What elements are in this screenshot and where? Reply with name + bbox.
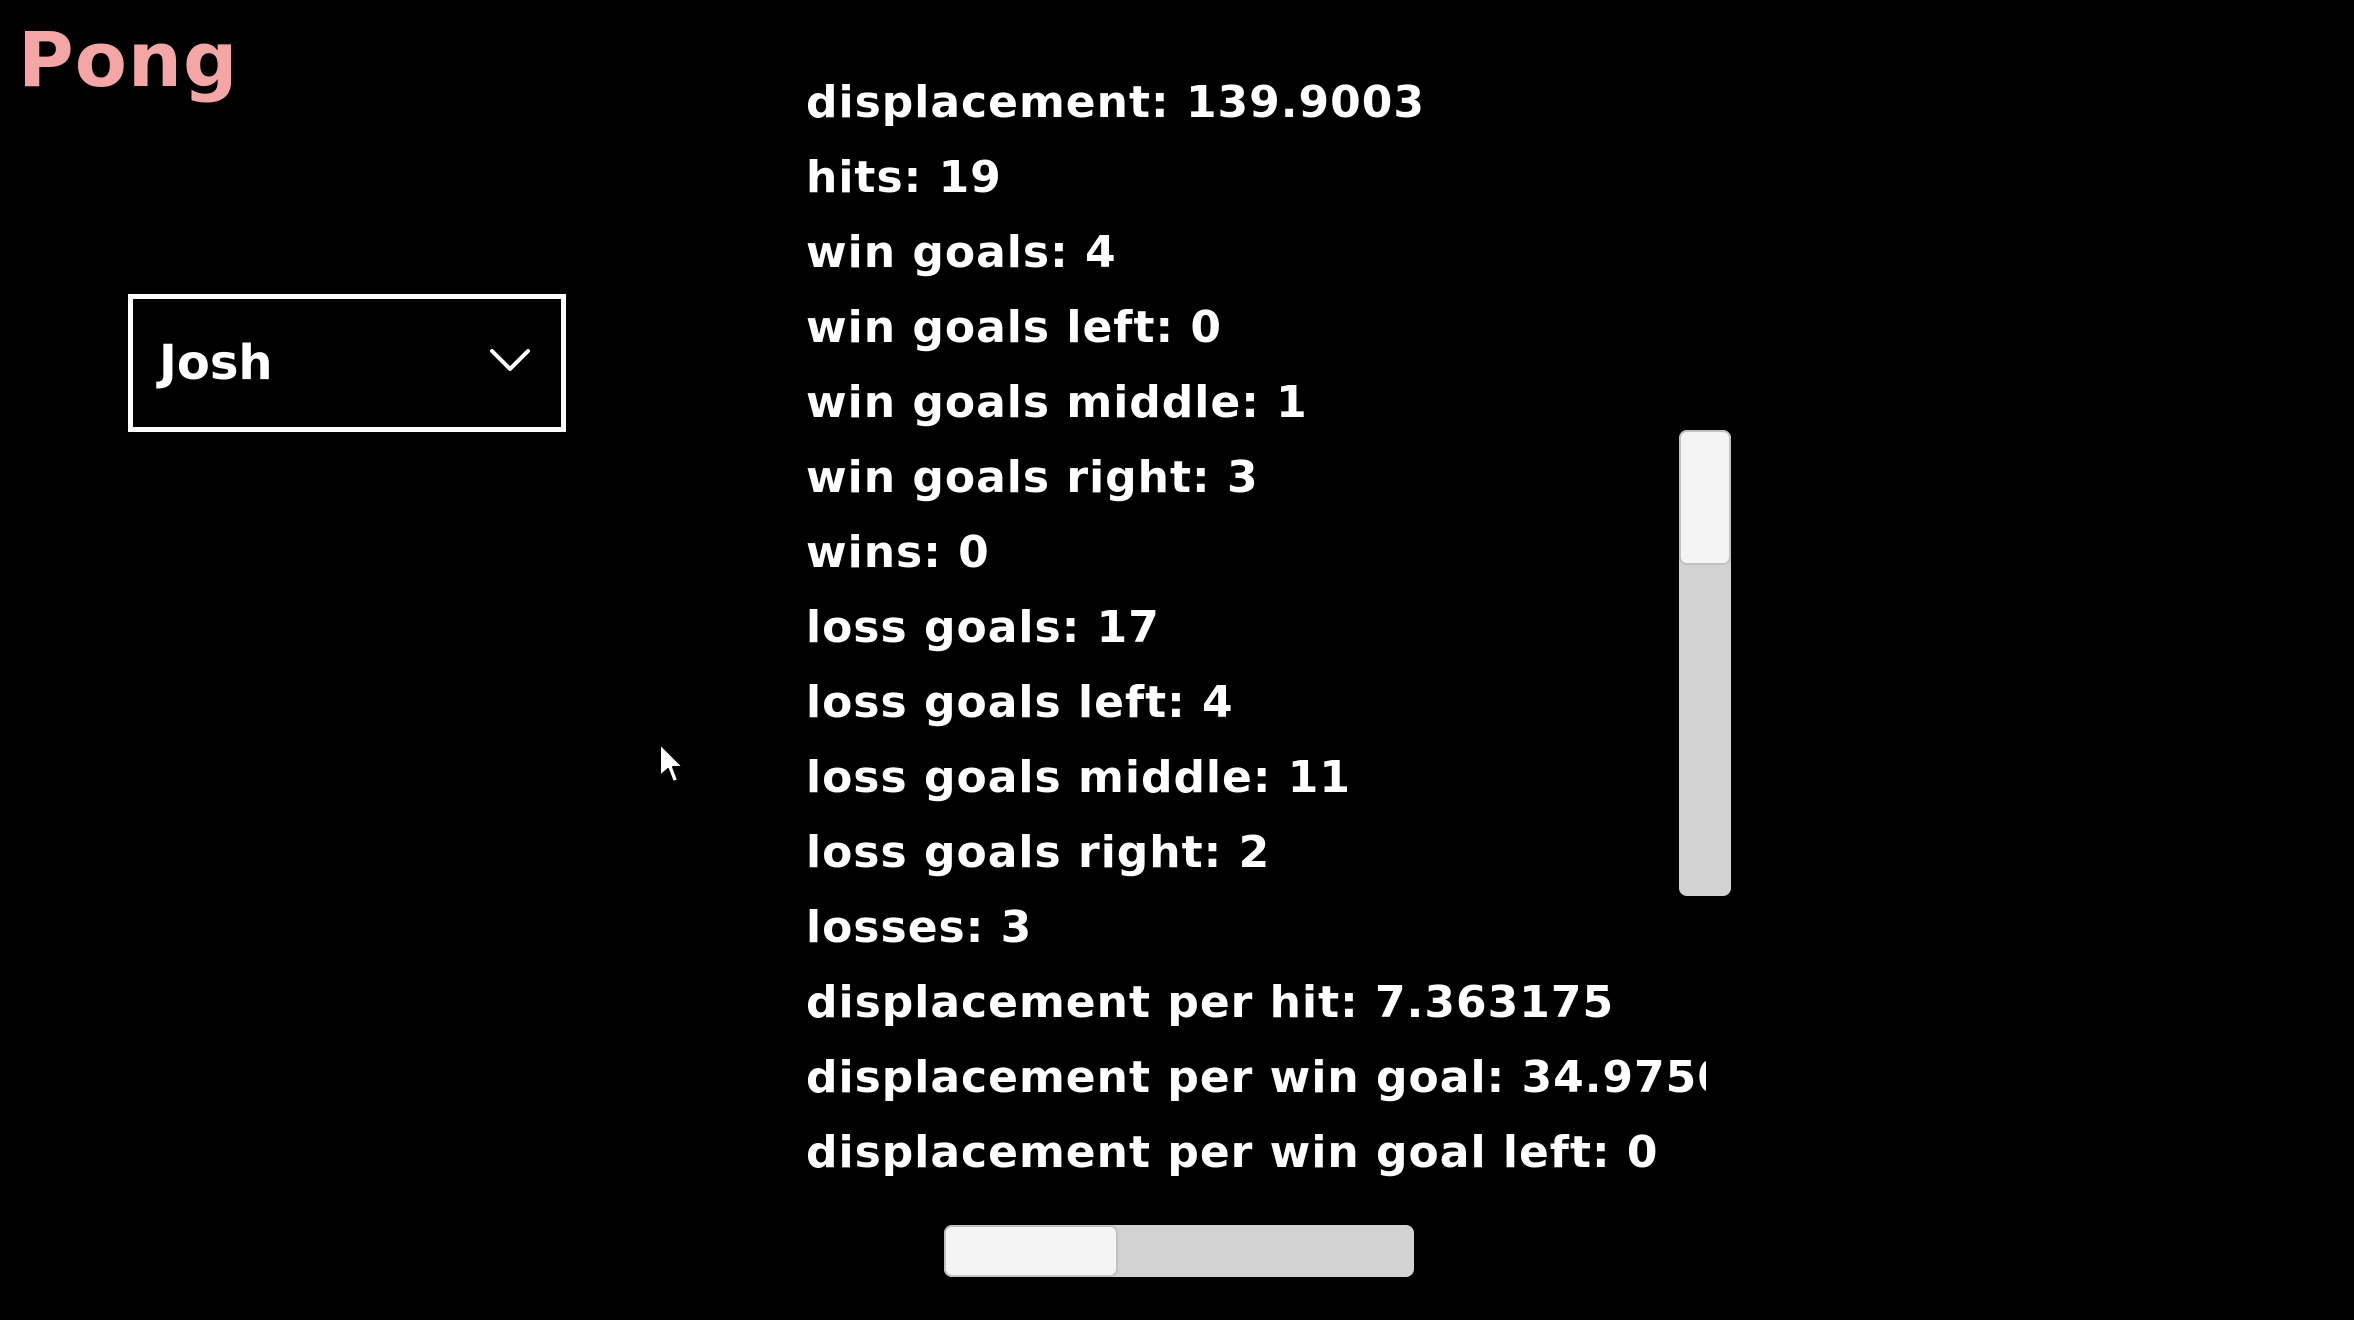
stat-value: 19 bbox=[938, 152, 1002, 203]
stat-row: win goals: 4 bbox=[806, 215, 1706, 290]
stat-label: displacement per win goal left bbox=[806, 1127, 1592, 1178]
vertical-scrollbar[interactable] bbox=[1679, 430, 1731, 896]
stat-label: loss goals bbox=[806, 602, 1062, 653]
stat-value: 0 bbox=[1626, 1127, 1659, 1178]
app-title: Pong bbox=[18, 15, 239, 104]
stat-separator: : bbox=[1192, 452, 1227, 503]
vertical-scrollbar-thumb[interactable] bbox=[1679, 430, 1731, 566]
stat-separator: : bbox=[1167, 677, 1203, 728]
stats-list: displacement: 139.9003 hits: 19 win goals:… bbox=[806, 65, 1706, 1195]
stat-separator: : bbox=[1591, 1127, 1627, 1178]
stat-value: 4 bbox=[1202, 677, 1234, 728]
stat-separator: : bbox=[1241, 377, 1277, 428]
stat-separator: : bbox=[1340, 977, 1376, 1028]
stat-separator: : bbox=[923, 527, 959, 578]
stat-separator: : bbox=[1050, 227, 1085, 278]
stat-value: 17 bbox=[1096, 602, 1160, 653]
mouse-pointer-icon bbox=[659, 743, 684, 783]
stat-value: 2 bbox=[1238, 827, 1271, 878]
stat-label: displacement per hit bbox=[806, 977, 1341, 1028]
stat-value: 3 bbox=[1000, 902, 1033, 953]
stat-row: hits: 19 bbox=[806, 140, 1706, 215]
player-select-value: Josh bbox=[159, 335, 273, 391]
stat-value: 0 bbox=[958, 527, 990, 578]
stat-label: win goals right bbox=[806, 452, 1193, 503]
stat-separator: : bbox=[1203, 827, 1239, 878]
stat-label: losses bbox=[806, 902, 966, 953]
stat-value: 3 bbox=[1226, 452, 1259, 503]
stat-separator: : bbox=[903, 152, 939, 203]
chevron-down-icon bbox=[490, 349, 530, 371]
stat-label: loss goals middle bbox=[806, 752, 1253, 803]
stat-separator: : bbox=[965, 902, 1001, 953]
stat-row: loss goals: 17 bbox=[806, 590, 1706, 665]
stat-row: losses: 3 bbox=[806, 890, 1706, 965]
stat-row: win goals right: 3 bbox=[806, 440, 1706, 515]
stat-separator: : bbox=[1252, 752, 1288, 803]
stat-row: displacement: 139.9003 bbox=[806, 65, 1706, 140]
stat-label: displacement bbox=[806, 77, 1152, 128]
stat-value: 139.9003 bbox=[1185, 77, 1425, 128]
stat-row: displacement per hit: 7.363175 bbox=[806, 965, 1706, 1040]
stat-separator: : bbox=[1061, 602, 1097, 653]
player-select-dropdown[interactable]: Josh bbox=[128, 294, 566, 432]
stat-label: win goals bbox=[806, 227, 1051, 278]
stat-label: loss goals left bbox=[806, 677, 1168, 728]
stat-label: hits bbox=[806, 152, 904, 203]
stat-value: 11 bbox=[1287, 752, 1352, 803]
stat-separator: : bbox=[1486, 1052, 1522, 1103]
stat-row: displacement per win goal left: 0 bbox=[806, 1115, 1706, 1190]
stat-label: win goals left bbox=[806, 302, 1156, 353]
stat-value: 4 bbox=[1084, 227, 1117, 278]
stat-row: win goals middle: 1 bbox=[806, 365, 1706, 440]
stat-row: loss goals left: 4 bbox=[806, 665, 1706, 740]
horizontal-scrollbar[interactable] bbox=[944, 1225, 1414, 1277]
stat-label: displacement per win goal bbox=[806, 1052, 1487, 1103]
stat-row: displacement per win goal: 34.9750 bbox=[806, 1040, 1706, 1115]
stat-row: loss goals middle: 11 bbox=[806, 740, 1706, 815]
stat-value: 34.9750 bbox=[1521, 1052, 1706, 1103]
stat-value: 7.363175 bbox=[1375, 977, 1615, 1028]
stat-row: loss goals right: 2 bbox=[806, 815, 1706, 890]
stat-label: loss goals right bbox=[806, 827, 1204, 878]
stat-row: wins: 0 bbox=[806, 515, 1706, 590]
stat-separator: : bbox=[1151, 77, 1186, 128]
stat-separator: : bbox=[1155, 302, 1191, 353]
stat-label: wins bbox=[806, 527, 924, 578]
stat-row: win goals left: 0 bbox=[806, 290, 1706, 365]
stat-label: win goals middle bbox=[806, 377, 1242, 428]
stat-value: 1 bbox=[1276, 377, 1308, 428]
horizontal-scrollbar-thumb[interactable] bbox=[944, 1225, 1118, 1277]
stat-value: 0 bbox=[1190, 302, 1223, 353]
